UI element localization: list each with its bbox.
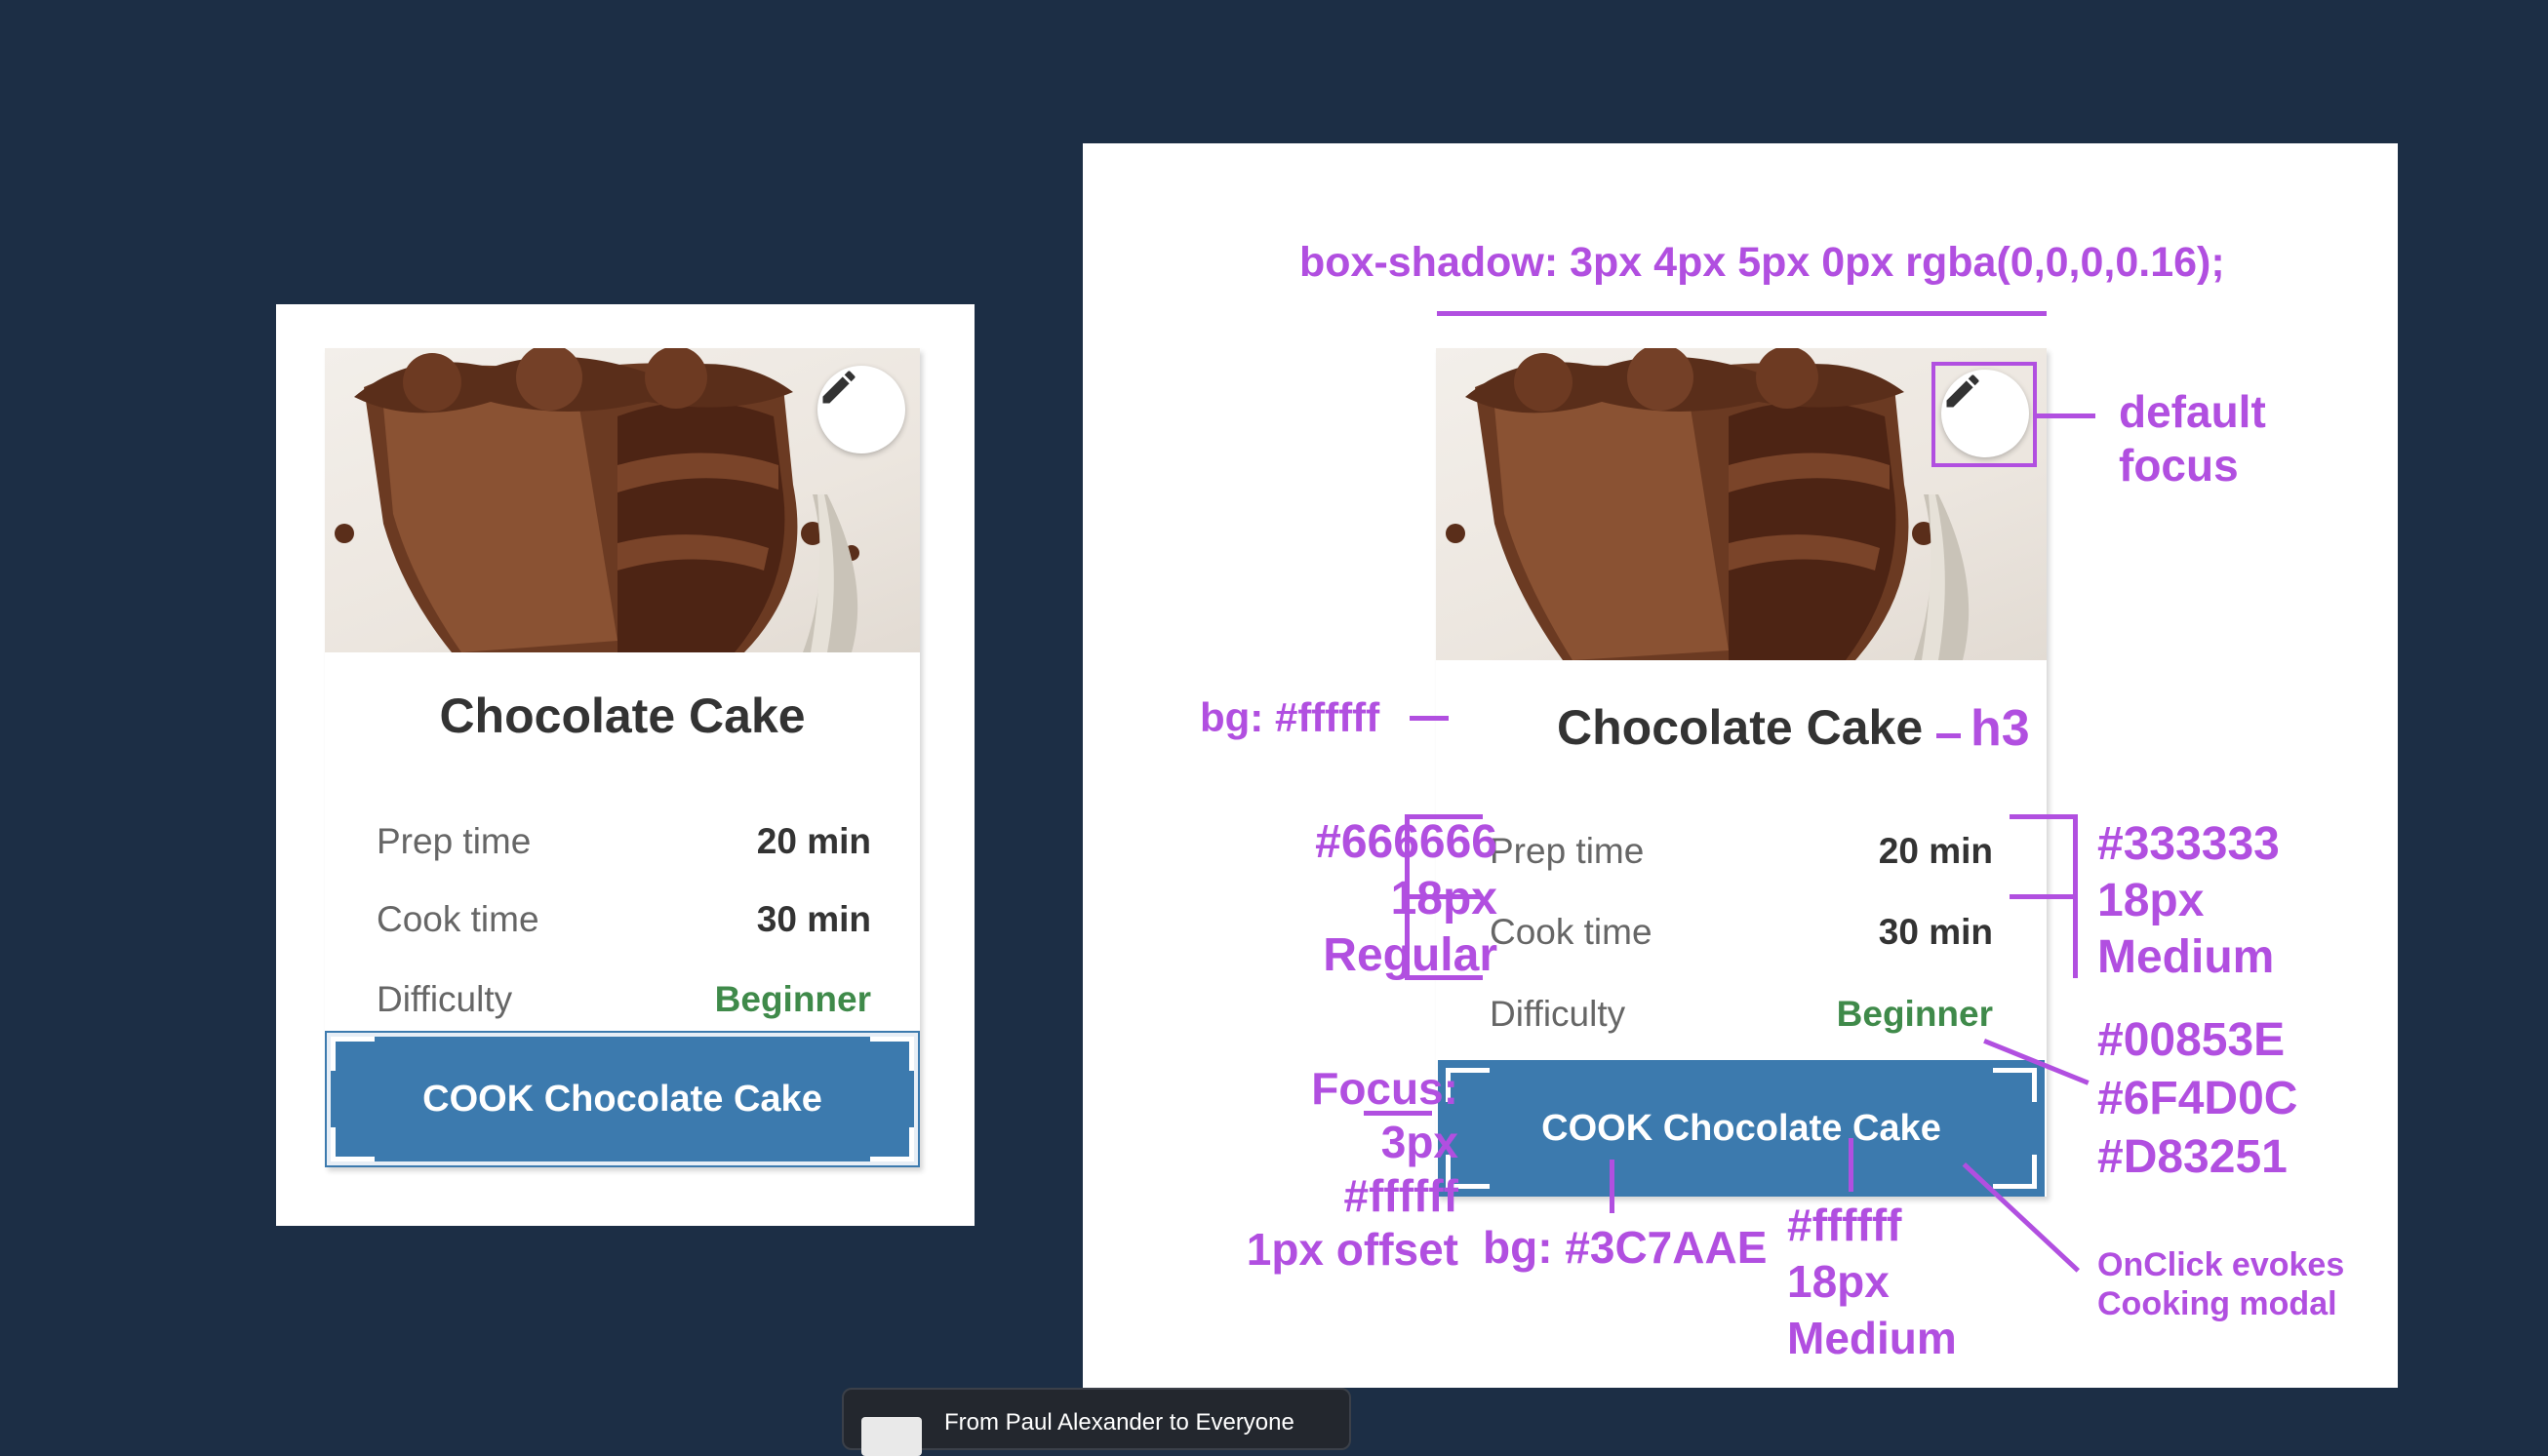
difficulty-value: Beginner <box>1836 994 1993 1034</box>
annotation-line <box>1405 814 1483 819</box>
difficulty-colors-annotation: #00853E #6F4D0C #D83251 <box>2097 1011 2297 1187</box>
h3-annotation: h3 <box>1971 700 2030 757</box>
avatar <box>861 1417 922 1456</box>
annotation-text: OnClick evokes <box>2097 1246 2345 1283</box>
annotation-text: #ffffff <box>1343 1170 1459 1221</box>
edit-button[interactable] <box>817 366 905 453</box>
focus-corner <box>870 1127 914 1161</box>
cook-button-label: COOK Chocolate Cake <box>422 1078 822 1120</box>
annotation-text: #ffffff <box>1787 1200 1902 1250</box>
focus-corner <box>1993 1068 2037 1102</box>
annotation-line <box>2073 814 2078 978</box>
cook-button[interactable]: COOK Chocolate Cake <box>325 1031 920 1167</box>
onclick-annotation: OnClick evokes Cooking modal <box>2097 1245 2344 1323</box>
annotation-line <box>1405 894 1483 899</box>
button-bg-annotation: bg: #3C7AAE <box>1483 1222 1768 1273</box>
focus-corner <box>331 1037 375 1071</box>
pencil-icon <box>822 371 856 404</box>
left-panel: Chocolate Cake Prep time 20 min Cook tim… <box>276 304 975 1226</box>
default-focus-annotation: default focus <box>2119 385 2266 492</box>
annotation-line <box>2010 814 2078 819</box>
annotated-spec-panel: box-shadow: 3px 4px 5px 0px rgba(0,0,0,0… <box>1083 143 2398 1388</box>
card-title: Chocolate Cake <box>439 689 806 743</box>
prep-time-label: Prep time <box>377 821 532 861</box>
cook-time-value: 30 min <box>756 899 871 939</box>
cook-time-label: Cook time <box>377 899 539 939</box>
annotation-line <box>1437 311 2047 316</box>
difficulty-label: Difficulty <box>1490 994 1626 1034</box>
annotation-text: Medium <box>2097 931 2275 983</box>
annotation-line <box>2037 413 2095 418</box>
annotation-text: focus <box>2119 440 2239 491</box>
annotation-text: 18px <box>2097 875 2205 926</box>
annotation-text: Cooking modal <box>2097 1285 2337 1322</box>
difficulty-value: Beginner <box>714 979 871 1019</box>
prep-time-value: 20 min <box>1878 831 1993 871</box>
chat-message: From Paul Alexander to Everyone <box>944 1409 1294 1436</box>
box-shadow-annotation: box-shadow: 3px 4px 5px 0px rgba(0,0,0,0… <box>1299 239 2225 286</box>
focus-corner <box>331 1127 375 1161</box>
annotation-line <box>1849 1138 1853 1192</box>
cook-button-label: COOK Chocolate Cake <box>1541 1107 1941 1149</box>
bg-white-annotation: bg: #ffffff <box>1200 694 1380 740</box>
label-style-annotation: #666666 18px Regular <box>1205 814 1497 984</box>
annotation-text: 18px <box>1390 873 1497 925</box>
annotated-recipe-card: Chocolate Cake Prep time 20 min Cook tim… <box>1436 348 2047 1197</box>
annotation-line <box>1405 975 1483 980</box>
annotation-text: 18px <box>1787 1256 1890 1307</box>
annotation-line <box>1364 1111 1432 1116</box>
focus-corner <box>870 1037 914 1071</box>
annotation-text: #666666 <box>1205 814 1497 871</box>
annotation-text: #6F4D0C <box>2097 1073 2298 1124</box>
annotation-text: Medium <box>1787 1313 1957 1363</box>
annotation-text: 1px offset <box>1246 1224 1458 1275</box>
annotation-text: #333333 <box>2097 818 2280 870</box>
annotation-text: 3px <box>1380 1117 1458 1167</box>
recipe-card: Chocolate Cake Prep time 20 min Cook tim… <box>325 348 920 1167</box>
focus-corner <box>1993 1155 2037 1189</box>
annotation-line <box>1410 716 1449 721</box>
annotation-text: Focus: <box>1311 1063 1458 1114</box>
chat-notification[interactable]: From Paul Alexander to Everyone <box>842 1388 1351 1456</box>
cook-button[interactable]: COOK Chocolate Cake <box>1438 1060 2045 1197</box>
button-text-annotation: #ffffff 18px Medium <box>1787 1197 1957 1366</box>
card-title: Chocolate Cake <box>1557 700 1924 755</box>
difficulty-label: Difficulty <box>377 979 513 1019</box>
annotation-text: #D83251 <box>2097 1131 2288 1183</box>
cook-time-label: Cook time <box>1490 912 1652 952</box>
cook-time-value: 30 min <box>1878 912 1993 952</box>
annotation-line <box>1610 1160 1614 1213</box>
annotation-text: #00853E <box>2097 1014 2286 1066</box>
annotation-line <box>1936 733 1961 738</box>
prep-time-label: Prep time <box>1490 831 1645 871</box>
focus-annotation: Focus: 3px #ffffff 1px offset <box>1141 1062 1458 1277</box>
prep-time-value: 20 min <box>756 821 871 861</box>
annotation-line <box>2010 894 2078 899</box>
annotation-text: default <box>2119 386 2266 437</box>
value-style-annotation: #333333 18px Medium <box>2097 816 2280 986</box>
cake-photo <box>325 348 920 652</box>
focus-box <box>1931 362 2037 467</box>
